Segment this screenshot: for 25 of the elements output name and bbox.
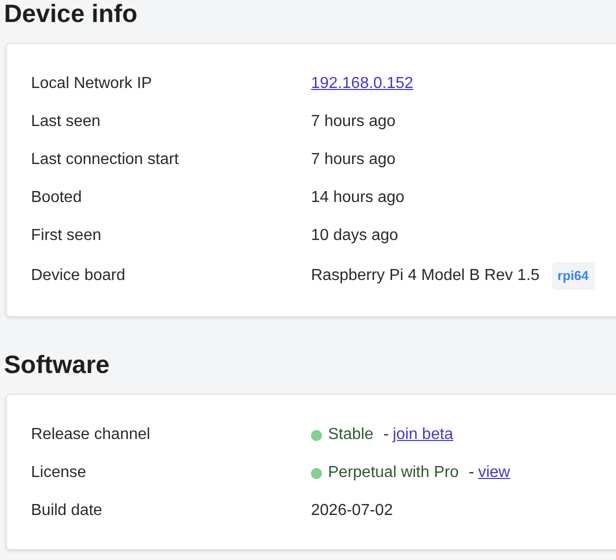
- value-text: 7 hours ago: [311, 112, 396, 132]
- status-text: Stable: [328, 425, 374, 445]
- value-text: 14 hours ago: [311, 188, 404, 208]
- field-label: Booted: [31, 188, 83, 208]
- action-link[interactable]: view: [478, 461, 510, 485]
- status-text: Perpetual with Pro: [328, 463, 459, 483]
- field-label: First seen: [31, 226, 102, 246]
- field-label: Build date: [31, 501, 104, 521]
- value-text: 7 hours ago: [311, 150, 396, 170]
- board-tag: rpi64: [552, 262, 595, 290]
- field-label: Last seen: [31, 112, 102, 132]
- field-label: Last connection start: [31, 150, 180, 170]
- field-label: License: [31, 463, 88, 483]
- separator-text: -: [383, 425, 389, 445]
- field-label: Local Network IP: [31, 74, 153, 94]
- separator-text: -: [468, 463, 474, 483]
- field-label: Device board: [31, 266, 126, 286]
- field-label: Release channel: [31, 425, 152, 445]
- section-heading: Device info: [3, 0, 138, 28]
- action-link[interactable]: join beta: [392, 423, 454, 447]
- ip-address-link[interactable]: 192.168.0.152: [311, 72, 414, 96]
- section-heading: Software: [3, 351, 111, 379]
- value-text: 10 days ago: [311, 226, 398, 246]
- value-text: Raspberry Pi 4 Model B Rev 1.5: [311, 266, 540, 286]
- value-text: 2026-07-02: [311, 501, 393, 521]
